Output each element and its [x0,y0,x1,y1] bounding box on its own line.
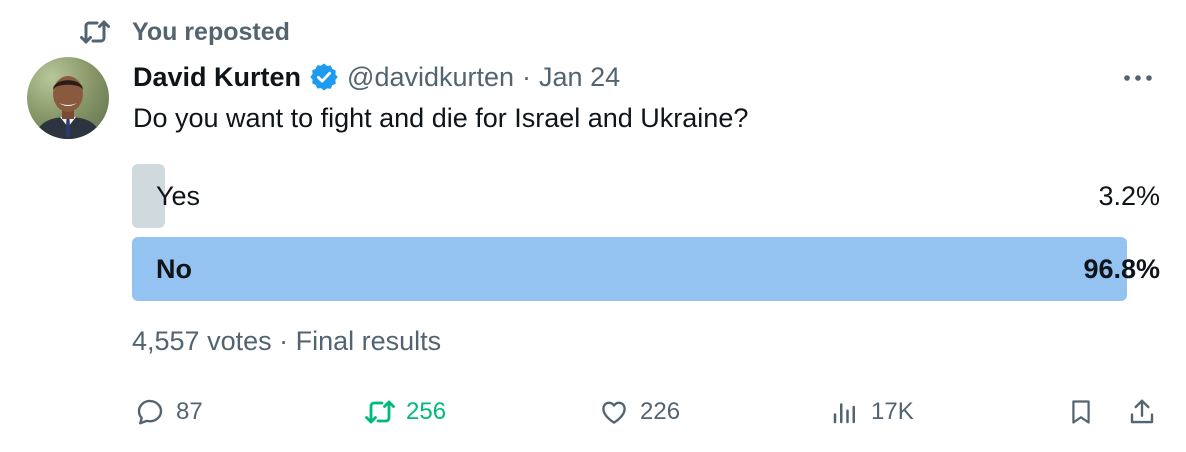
author-name[interactable]: David Kurten [133,62,301,93]
author-handle[interactable]: @davidkurten [347,62,514,93]
more-icon [1123,69,1153,87]
avatar[interactable] [27,57,109,139]
heart-icon [598,396,630,428]
poll-option-label: Yes [156,181,201,211]
poll-option-label: No [156,254,192,284]
repost-button[interactable]: 256 [364,390,446,434]
bookmark-button[interactable] [1065,390,1097,434]
poll-bar-no [132,237,1127,301]
tweet-header: David Kurten @davidkurten · Jan 24 [133,56,620,98]
action-bar: 87 256 226 17K [0,390,1186,434]
repost-banner[interactable]: You reposted [78,14,290,50]
views-count: 17K [871,398,914,425]
repost-icon [78,15,112,49]
more-button[interactable] [1121,66,1155,90]
reply-button[interactable]: 87 [134,390,203,434]
repost-count: 256 [406,398,447,425]
share-icon [1126,396,1158,428]
tweet-date[interactable]: Jan 24 [539,62,620,93]
poll-option-no: No 96.8% [132,237,1160,301]
like-count: 226 [640,398,681,425]
verified-badge-icon[interactable] [309,62,339,92]
tweet-text: Do you want to fight and die for Israel … [133,103,749,133]
repost-banner-label: You reposted [132,17,290,46]
poll-results-meta: 4,557 votes · Final results [132,326,442,356]
poll-option-percent: 3.2% [1098,181,1160,211]
poll-option-percent: 96.8% [1083,254,1160,284]
views-icon [829,396,861,428]
bookmark-icon [1065,396,1097,428]
share-button[interactable] [1126,390,1158,434]
header-separator: · [522,61,532,92]
reply-icon [134,396,166,428]
reply-count: 87 [176,398,203,425]
views-button[interactable]: 17K [829,390,914,434]
like-button[interactable]: 226 [598,390,680,434]
poll-option-yes: Yes 3.2% [132,164,1160,228]
repost-icon [364,396,396,428]
